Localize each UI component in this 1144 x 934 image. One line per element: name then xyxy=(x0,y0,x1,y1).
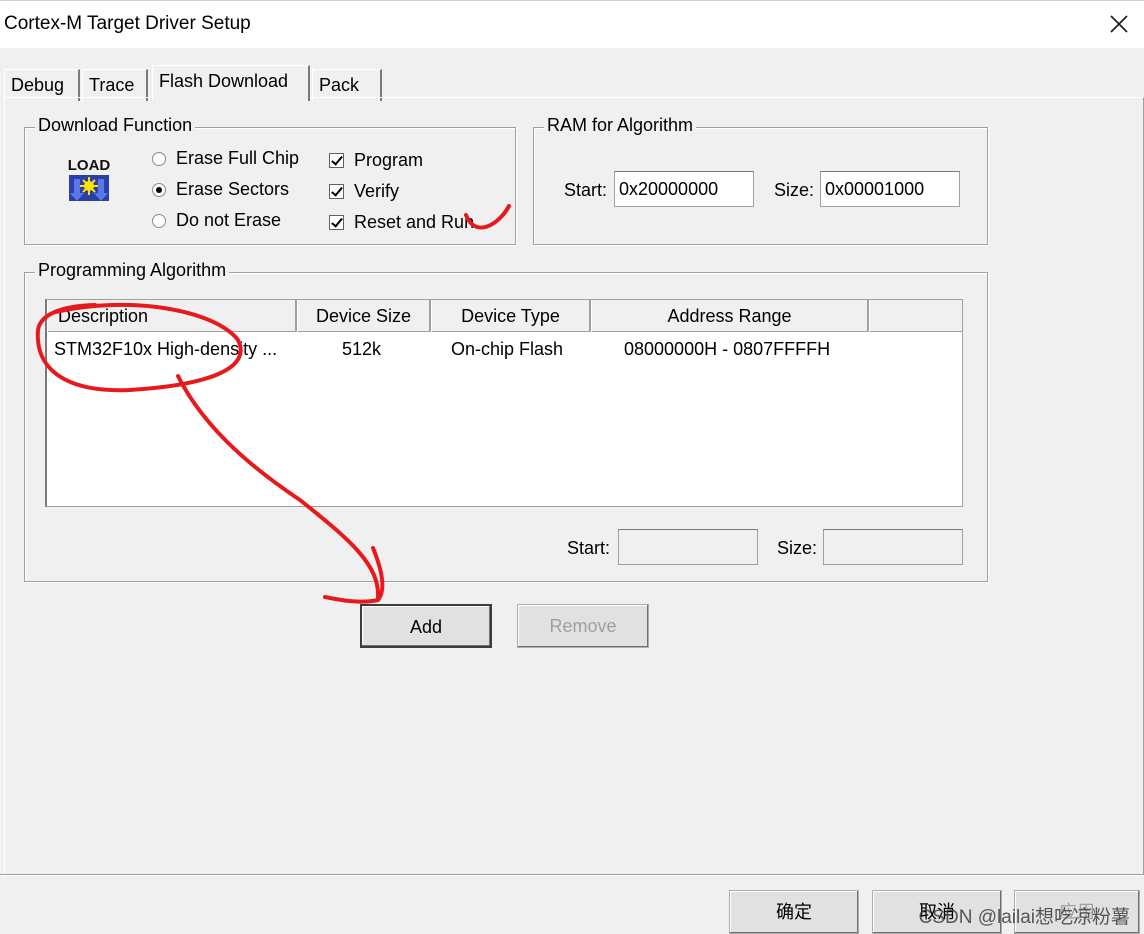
ram-start-label: Start: xyxy=(564,180,608,200)
algorithm-start-input[interactable] xyxy=(618,529,758,565)
column-address-range[interactable]: Address Range xyxy=(591,300,869,332)
table-row[interactable]: STM32F10x High-density ... 512k On-chip … xyxy=(47,334,962,364)
reset-and-run-checkbox[interactable]: Reset and Run xyxy=(329,212,474,233)
row-type: On-chip Flash xyxy=(451,339,564,359)
tab-flash-download[interactable]: Flash Download xyxy=(152,65,310,101)
algorithm-list[interactable]: Description Device Size Device Type Addr… xyxy=(45,299,963,507)
dialog-client: Debug Trace Flash Download Pack Download… xyxy=(0,48,1144,934)
column-device-size[interactable]: Device Size xyxy=(297,300,431,332)
verify-checkbox[interactable]: Verify xyxy=(329,181,399,202)
tab-label: Pack xyxy=(319,75,360,95)
title-bar: Cortex-M Target Driver Setup xyxy=(0,0,1144,48)
algorithm-size-input[interactable] xyxy=(823,529,963,565)
add-button[interactable]: Add xyxy=(360,604,492,648)
tab-label: Flash Download xyxy=(159,71,289,91)
checkbox-box xyxy=(329,153,344,168)
bottom-separator xyxy=(0,874,1144,876)
remove-button[interactable]: Remove xyxy=(517,604,649,648)
ram-start-input[interactable] xyxy=(614,171,754,207)
ok-button[interactable]: 确定 xyxy=(729,890,859,934)
tab-label: Debug xyxy=(11,75,65,95)
algorithm-start-label: Start: xyxy=(567,538,611,558)
group-label: Programming Algorithm xyxy=(35,260,230,281)
radio-dot xyxy=(152,213,166,228)
load-icon: LOAD xyxy=(65,154,113,204)
checkbox-label: Program xyxy=(354,150,424,170)
radio-label: Erase Full Chip xyxy=(176,148,300,168)
checkbox-label: Reset and Run xyxy=(354,212,475,232)
erase-full-chip-radio[interactable]: Erase Full Chip xyxy=(152,148,299,169)
group-label: RAM for Algorithm xyxy=(544,115,697,136)
erase-sectors-radio[interactable]: Erase Sectors xyxy=(152,179,289,200)
radio-dot xyxy=(152,151,166,166)
algorithm-size-label: Size: xyxy=(777,538,818,558)
ram-size-input[interactable] xyxy=(820,171,960,207)
row-size: 512k xyxy=(342,339,382,359)
column-device-type[interactable]: Device Type xyxy=(431,300,591,332)
close-icon[interactable] xyxy=(1106,11,1132,37)
checkbox-box xyxy=(329,215,344,230)
radio-dot xyxy=(152,182,166,197)
tab-label: Trace xyxy=(89,75,135,95)
checkbox-label: Verify xyxy=(354,181,400,201)
checkbox-box xyxy=(329,184,344,199)
program-checkbox[interactable]: Program xyxy=(329,150,423,171)
row-description: STM32F10x High-density ... xyxy=(54,339,278,359)
do-not-erase-radio[interactable]: Do not Erase xyxy=(152,210,281,231)
watermark: CSDN @lailai想吃凉粉薯 xyxy=(918,907,1130,928)
load-icon-text: LOAD xyxy=(68,157,111,174)
radio-label: Do not Erase xyxy=(176,210,282,230)
row-range: 08000000H - 0807FFFFH xyxy=(624,339,831,359)
radio-label: Erase Sectors xyxy=(176,179,290,199)
ram-size-label: Size: xyxy=(774,180,815,200)
column-filler xyxy=(869,300,963,332)
window-title: Cortex-M Target Driver Setup xyxy=(4,13,251,34)
column-description[interactable]: Description xyxy=(47,300,297,332)
list-header: Description Device Size Device Type Addr… xyxy=(47,300,962,332)
group-label: Download Function xyxy=(35,115,196,136)
